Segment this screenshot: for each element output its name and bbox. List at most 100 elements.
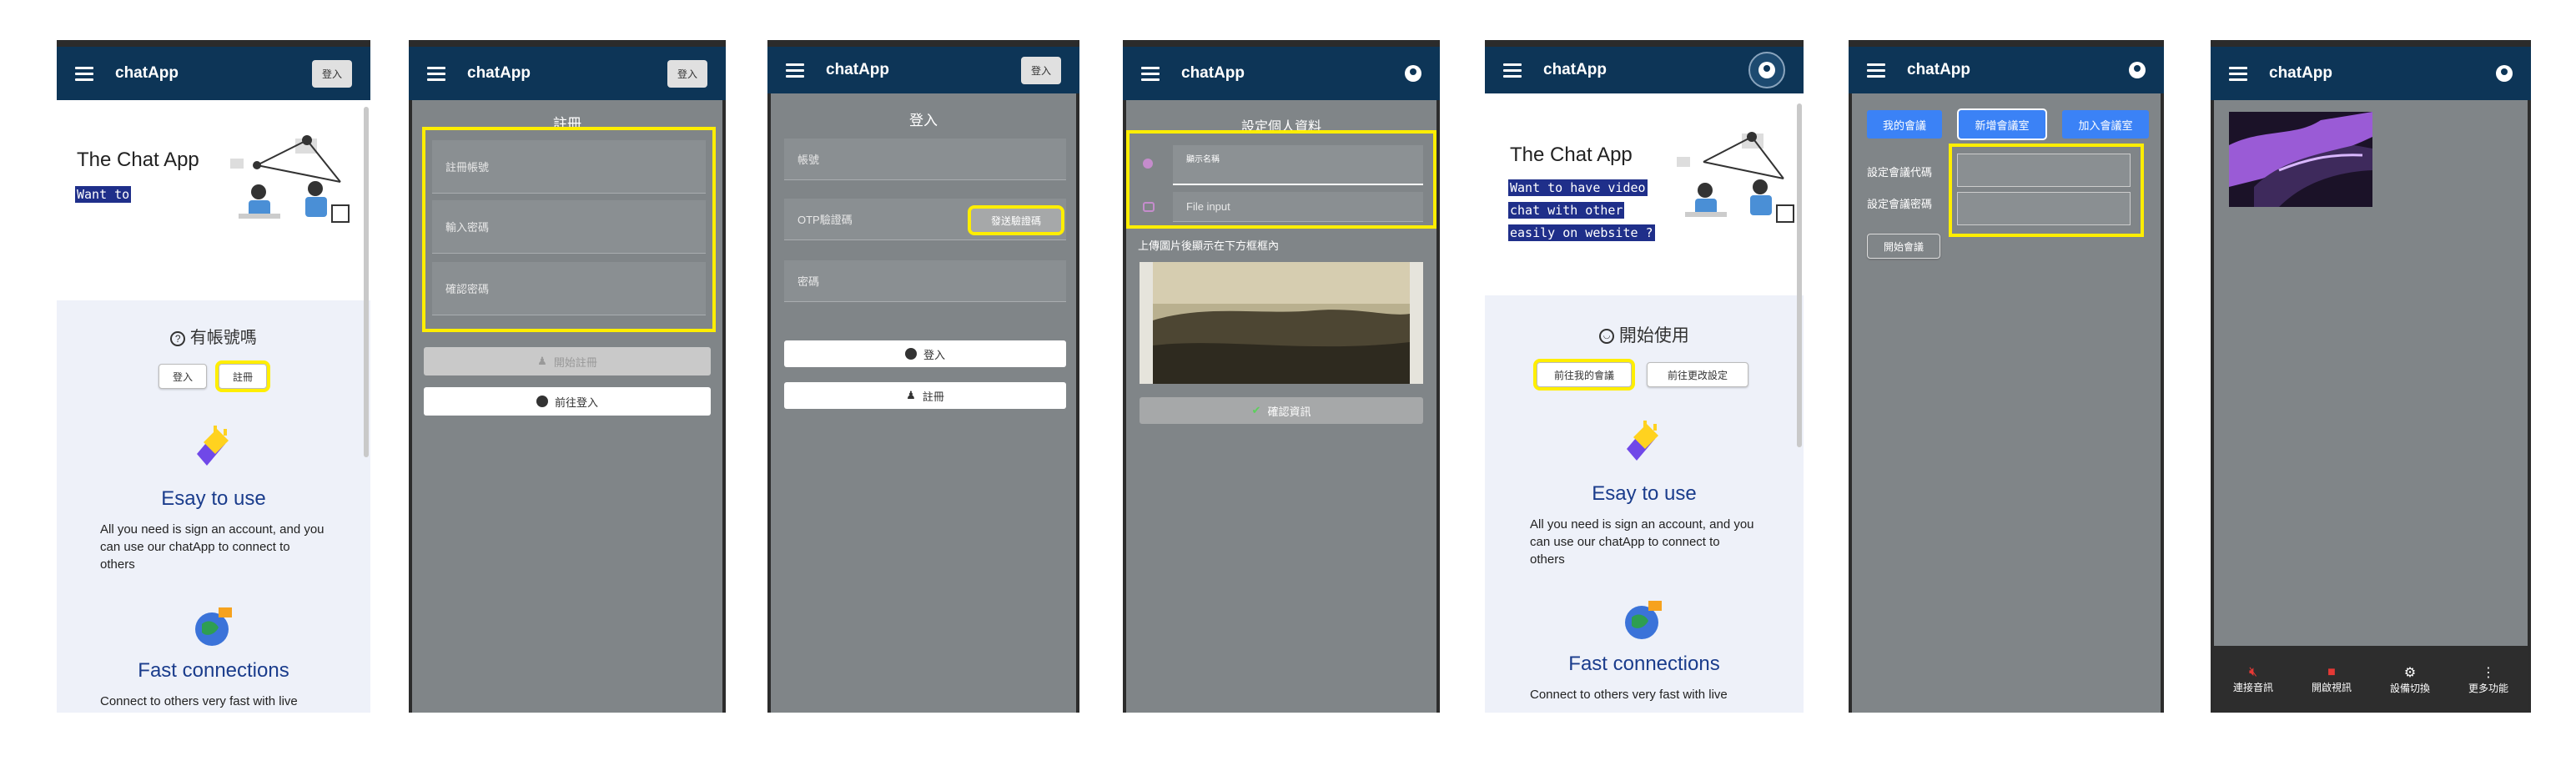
- meeting-form: [1949, 144, 2144, 237]
- login-top-button[interactable]: 登入: [667, 59, 707, 88]
- meeting-code-input[interactable]: [1957, 154, 2131, 187]
- menu-icon[interactable]: [427, 66, 445, 81]
- account-circle-icon: [536, 396, 548, 407]
- goto-login-button[interactable]: 前往登入: [424, 387, 711, 416]
- password-input[interactable]: 輸入密碼: [432, 200, 706, 254]
- feature1-title: Esay to use: [1592, 482, 1697, 505]
- tab-new-room[interactable]: 新增會議室: [1957, 108, 2047, 140]
- hand-wave-icon: [197, 426, 229, 466]
- upload-hint: 上傳圖片後顯示在下方框框內: [1138, 239, 1280, 252]
- feature2-title: Fast connections: [1568, 653, 1720, 675]
- chat-illustration: [230, 135, 350, 223]
- app-bar: chatApp: [1485, 40, 1804, 93]
- menu-icon[interactable]: [786, 63, 804, 78]
- check-icon: ✔: [1251, 404, 1261, 416]
- start-register-button[interactable]: ♟ 開始註冊: [424, 347, 711, 375]
- account-icon[interactable]: [1405, 65, 1421, 82]
- profile-form: 顯示名稱 File input: [1126, 130, 1436, 229]
- menu-icon[interactable]: [1503, 63, 1522, 78]
- display-name-input[interactable]: 顯示名稱: [1173, 145, 1423, 185]
- start-register-label: 開始註冊: [553, 355, 597, 369]
- menu-icon[interactable]: [1867, 63, 1885, 78]
- login-button[interactable]: 登入: [158, 364, 207, 389]
- login-top-button[interactable]: 登入: [311, 59, 352, 88]
- menu-icon[interactable]: [2229, 66, 2247, 81]
- screen-landing-guest: chatApp 登入 The Chat App Want to ? 有帳號嗎 登…: [57, 40, 370, 713]
- feature1-title: Esay to use: [161, 487, 266, 510]
- login-panel: chatApp 登入 登入 帳號 OTP驗證碼 發送驗證碼 密碼 登入 ♟ 註冊: [767, 40, 1079, 713]
- more-control[interactable]: ⋮ 更多功能: [2468, 664, 2508, 695]
- display-name-label: 顯示名稱: [1186, 155, 1220, 164]
- feature2-body: Connect to others very fast with live: [1530, 688, 1728, 702]
- room-panel: chatApp 🔇︎ 連接音訊 ■ 開啟視訊 ⚙ 設備切換 ⋮ 更多功能: [2211, 40, 2531, 713]
- video-control[interactable]: ■ 開啟視訊: [2312, 665, 2352, 694]
- screen-login: chatApp 登入 登入 帳號 OTP驗證碼 發送驗證碼 密碼 登入 ♟ 註冊: [767, 40, 1079, 713]
- add-user-icon: ♟: [906, 389, 916, 401]
- video-tile: [2229, 112, 2372, 207]
- account-icon[interactable]: [2496, 65, 2513, 82]
- person-icon: [1143, 159, 1153, 169]
- hand-wave-icon: [1627, 421, 1658, 461]
- screen-profile: chatApp 設定個人資料 顯示名稱 File input 上傳圖片後顯示在下…: [1123, 40, 1440, 713]
- screen-meeting-room: chatApp 🔇︎ 連接音訊 ■ 開啟視訊 ⚙ 設備切換 ⋮ 更多功能: [2211, 40, 2531, 713]
- meeting-panel: chatApp 我的會議 新增會議室 加入會議室 設定會議代碼 設定會議密碼 開…: [1849, 40, 2164, 713]
- add-user-icon: ♟: [537, 355, 547, 367]
- hero-code-line-2: chat with other: [1508, 202, 1625, 219]
- control-bar: 🔇︎ 連接音訊 ■ 開啟視訊 ⚙ 設備切換 ⋮ 更多功能: [2214, 646, 2528, 713]
- send-code-button[interactable]: 發送驗證碼: [968, 205, 1064, 235]
- password-input[interactable]: 密碼: [784, 260, 1066, 302]
- screen-create-meeting: chatApp 我的會議 新增會議室 加入會議室 設定會議代碼 設定會議密碼 開…: [1849, 40, 2164, 713]
- account-input[interactable]: 註冊帳號: [432, 140, 706, 194]
- question-icon: ?: [170, 330, 186, 346]
- login-top-button[interactable]: 登入: [1020, 56, 1061, 84]
- camera-icon: [1143, 202, 1155, 212]
- tab-my-meeting[interactable]: 我的會議: [1867, 110, 1942, 139]
- login-button[interactable]: 登入: [784, 340, 1066, 367]
- meeting-code-label: 設定會議代碼: [1867, 166, 1933, 179]
- account-input[interactable]: 帳號: [784, 139, 1066, 180]
- app-bar: chatApp 登入: [57, 40, 370, 100]
- change-settings-button[interactable]: 前往更改設定: [1647, 362, 1748, 387]
- login-title: 登入: [909, 113, 938, 129]
- screen-landing-user: chatApp The Chat App Want to have video …: [1485, 40, 1804, 713]
- brand-title: chatApp: [115, 64, 179, 82]
- globe-icon: [1625, 601, 1662, 639]
- feature2-body: Connect to others very fast with live: [100, 694, 298, 708]
- goto-login-label: 前往登入: [554, 396, 598, 409]
- hero-code-line-1: Want to have video: [1508, 179, 1648, 196]
- start-title: 開始使用: [1618, 326, 1689, 345]
- account-button[interactable]: [1748, 52, 1785, 88]
- scrollbar[interactable]: [1797, 103, 1802, 447]
- brand-title: chatApp: [467, 64, 531, 82]
- smile-icon: ◡: [1599, 329, 1615, 345]
- more-vert-icon: ⋮: [2481, 665, 2495, 680]
- scrollbar[interactable]: [364, 107, 369, 457]
- brand-title: chatApp: [1907, 61, 1970, 78]
- brand-title: chatApp: [1181, 64, 1245, 82]
- app-bar: chatApp: [1123, 40, 1440, 100]
- register-button[interactable]: ♟ 註冊: [784, 382, 1066, 409]
- screen-register: chatApp 登入 註冊 註冊帳號 輸入密碼 確認密碼 ♟ 開始註冊 前往登入: [409, 40, 726, 713]
- app-bar: chatApp: [2211, 40, 2531, 100]
- app-bar: chatApp 登入: [409, 40, 726, 100]
- file-input[interactable]: File input: [1173, 192, 1423, 222]
- confirm-info-button[interactable]: ✔ 確認資訊: [1140, 397, 1423, 424]
- audio-control[interactable]: 🔇︎ 連接音訊: [2233, 665, 2273, 694]
- video-control-label: 開啟視訊: [2311, 681, 2352, 693]
- tab-join-room[interactable]: 加入會議室: [2062, 110, 2149, 139]
- confirm-password-input[interactable]: 確認密碼: [432, 262, 706, 315]
- features-section: ? 有帳號嗎 登入 註冊 Esay to use All you need is…: [57, 300, 370, 713]
- device-switch-control[interactable]: ⚙ 設備切換: [2390, 664, 2430, 695]
- profile-title: 設定個人資料: [1240, 120, 1321, 134]
- account-icon[interactable]: [2129, 62, 2146, 78]
- start-meeting-button[interactable]: 開始會議: [1867, 234, 1940, 259]
- app-bar: chatApp 登入: [767, 40, 1079, 93]
- video-off-icon: ■: [2327, 664, 2336, 679]
- account-icon: [1758, 62, 1775, 78]
- menu-icon[interactable]: [75, 66, 93, 81]
- register-button[interactable]: 註冊: [215, 360, 270, 392]
- my-meeting-button[interactable]: 前往我的會議: [1533, 359, 1635, 391]
- menu-icon[interactable]: [1141, 66, 1160, 81]
- meeting-password-input[interactable]: [1957, 192, 2131, 225]
- profile-panel: chatApp 設定個人資料 顯示名稱 File input 上傳圖片後顯示在下…: [1123, 40, 1440, 713]
